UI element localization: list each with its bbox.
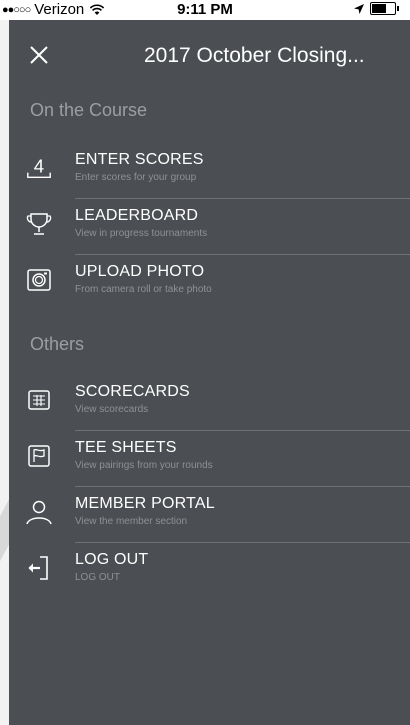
navigation-drawer: 2017 October Closing... On the Course 4 …	[9, 20, 410, 725]
clock: 9:11 PM	[177, 1, 233, 18]
menu-item-subtitle: View scorecards	[75, 404, 149, 415]
divider	[75, 254, 410, 255]
divider	[75, 198, 410, 199]
person-icon	[25, 498, 53, 526]
scorecard-grid-icon	[25, 386, 53, 414]
menu-item-label: UPLOAD PHOTO	[75, 263, 205, 280]
flag-icon	[25, 442, 53, 470]
menu-item-subtitle: View in progress tournaments	[75, 228, 208, 239]
svg-text:4: 4	[34, 156, 44, 177]
menu-item-label: SCORECARDS	[75, 383, 190, 400]
underlying-content-edge	[0, 20, 9, 725]
menu-item-label: TEE SHEETS	[75, 439, 177, 456]
divider	[75, 542, 410, 543]
trophy-icon	[25, 210, 53, 238]
logout-icon	[25, 554, 53, 582]
menu-item-subtitle: LOG OUT	[75, 572, 121, 583]
divider	[75, 486, 410, 487]
section-label-others: Others	[30, 334, 85, 354]
menu-item-subtitle: View pairings from your rounds	[75, 460, 213, 471]
menu-item-label: MEMBER PORTAL	[75, 495, 215, 512]
camera-icon	[25, 266, 53, 294]
menu-item-member-portal[interactable]: MEMBER PORTAL View the member section	[9, 488, 410, 543]
menu-item-label: LEADERBOARD	[75, 207, 199, 224]
menu-item-subtitle: From camera roll or take photo	[75, 284, 212, 295]
score-entry-icon: 4	[25, 154, 53, 182]
menu-item-enter-scores[interactable]: 4 ENTER SCORES Enter scores for your gro…	[9, 144, 410, 199]
menu-item-log-out[interactable]: LOG OUT LOG OUT	[9, 544, 410, 599]
tournament-title: 2017 October Closing...	[144, 44, 365, 67]
drawer-header: 2017 October Closing...	[9, 20, 410, 90]
battery-icon	[370, 2, 399, 15]
menu-item-upload-photo[interactable]: UPLOAD PHOTO From camera roll or take ph…	[9, 256, 410, 311]
menu-item-scorecards[interactable]: SCORECARDS View scorecards	[9, 376, 410, 431]
section-label-on-the-course: On the Course	[30, 100, 148, 120]
menu-item-subtitle: Enter scores for your group	[75, 172, 197, 183]
menu-item-label: LOG OUT	[75, 551, 149, 568]
status-right	[354, 2, 399, 15]
status-bar: ●●○○○ Verizon 9:11 PM	[0, 0, 410, 20]
divider	[75, 430, 410, 431]
menu-item-label: ENTER SCORES	[75, 151, 204, 168]
menu-item-leaderboard[interactable]: LEADERBOARD View in progress tournaments	[9, 200, 410, 255]
menu-item-subtitle: View the member section	[75, 516, 188, 527]
location-arrow-icon	[354, 3, 364, 14]
close-icon[interactable]	[29, 45, 49, 65]
menu-item-tee-sheets[interactable]: TEE SHEETS View pairings from your round…	[9, 432, 410, 487]
